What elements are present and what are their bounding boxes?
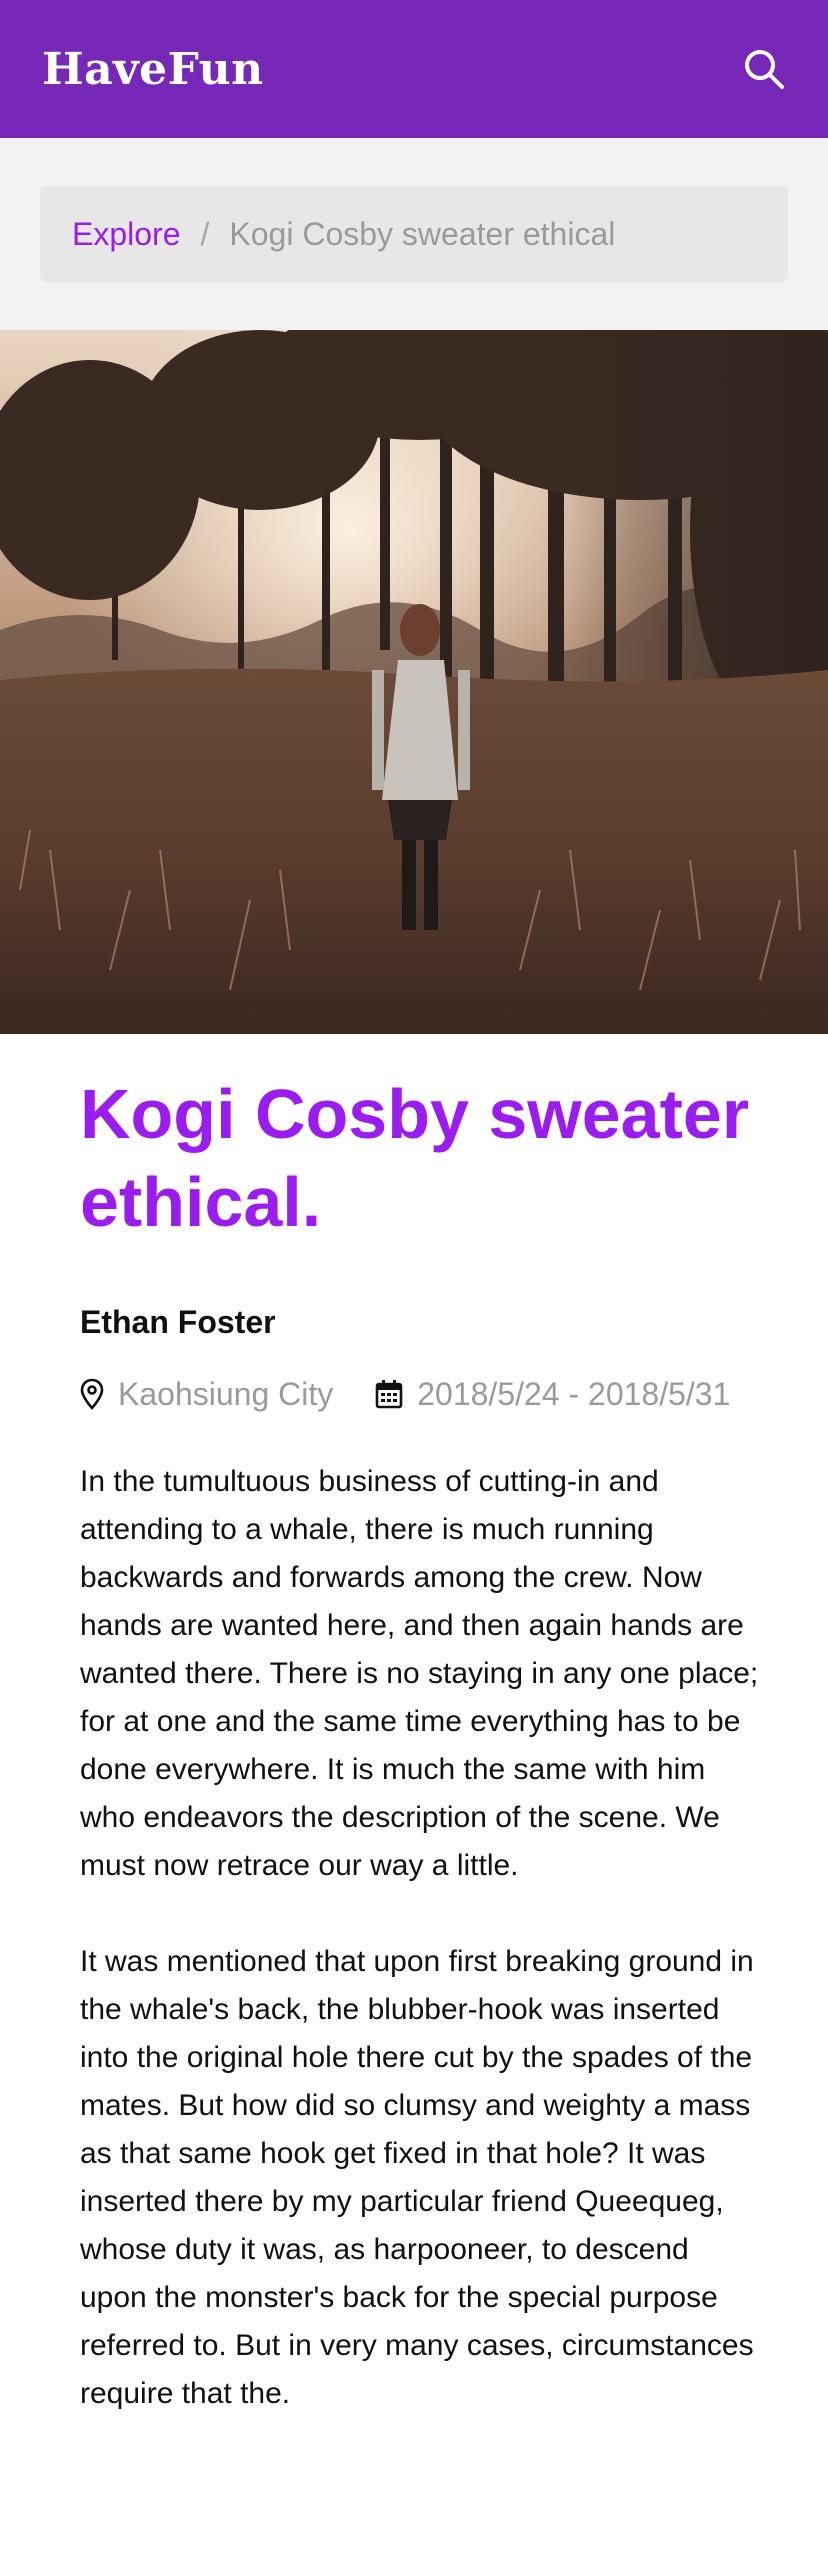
breadcrumb-current: Kogi Cosby sweater ethical <box>229 215 616 252</box>
article-author: Ethan Foster <box>80 1304 276 1340</box>
article-paragraph-2: It was mentioned that upon first breakin… <box>80 1945 754 2410</box>
location-meta: Kaohsiung City <box>80 1374 333 1414</box>
brand-logo[interactable]: HaveFun <box>42 44 264 95</box>
hero-photo <box>0 330 828 1034</box>
calendar-icon <box>375 1379 403 1409</box>
article-meta: Kaohsiung City 2018/5/24 - 2018/5/31 <box>80 1374 760 1414</box>
breadcrumb-band: Explore / Kogi Cosby sweater ethical <box>0 138 828 330</box>
date-range-text: 2018/5/24 - 2018/5/31 <box>417 1376 731 1412</box>
breadcrumb-separator: / <box>200 215 210 252</box>
search-button[interactable] <box>740 45 788 93</box>
breadcrumb-link-explore[interactable]: Explore <box>72 216 181 253</box>
location-text: Kaohsiung City <box>118 1376 334 1412</box>
map-pin-icon <box>80 1378 104 1410</box>
article-paragraph-1: In the tumultuous business of cutting-in… <box>80 1465 759 1882</box>
date-meta: 2018/5/24 - 2018/5/31 <box>375 1374 730 1414</box>
search-icon <box>745 50 784 89</box>
article-title: Kogi Cosby sweater ethical. <box>80 1075 750 1241</box>
article: Kogi Cosby sweater ethical. Ethan Foster… <box>80 1034 760 2418</box>
app-header: HaveFun <box>0 0 828 138</box>
hero-image <box>0 330 828 1034</box>
breadcrumb: Explore / Kogi Cosby sweater ethical <box>40 186 788 282</box>
